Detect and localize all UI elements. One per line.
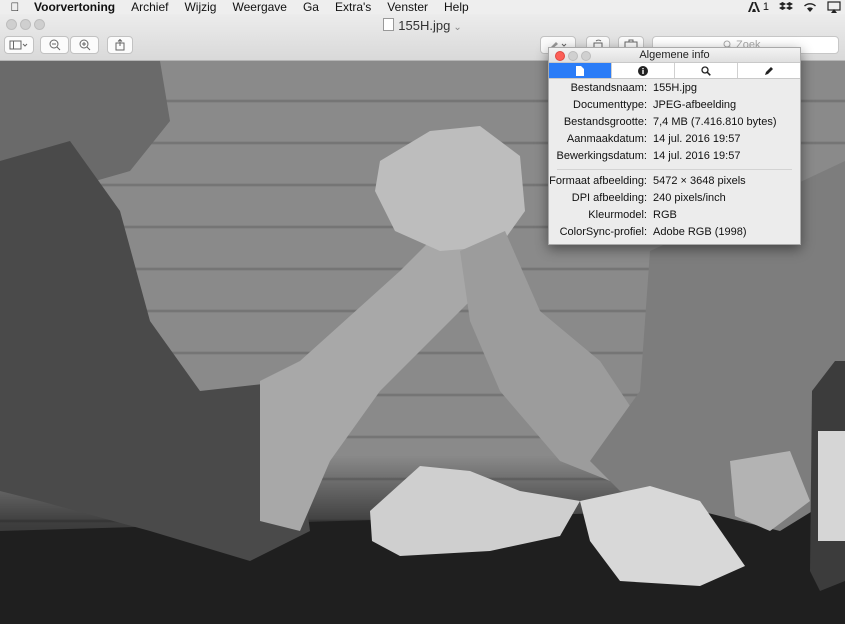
info-label: ColorSync-profiel:	[559, 226, 647, 238]
menu-bar:  Voorvertoning Archief Wijzig Weergave …	[0, 0, 845, 14]
info-value: RGB	[653, 209, 677, 221]
info-label: Aanmaakdatum:	[566, 133, 647, 145]
document-icon	[576, 65, 584, 76]
info-row: Kleurmodel: RGB	[549, 207, 800, 224]
inspector-tabs	[549, 62, 800, 79]
info-row: Formaat afbeelding: 5472 × 3648 pixels	[549, 173, 800, 190]
adobe-count: 1	[762, 1, 769, 13]
tab-annotations[interactable]	[738, 63, 800, 78]
info-value: 14 jul. 2016 19:57	[653, 150, 741, 162]
inspector-minimize-button	[568, 51, 578, 61]
window-title[interactable]: 155H.jpg ⌄	[0, 18, 845, 33]
info-row: Aanmaakdatum: 14 jul. 2016 19:57	[549, 131, 800, 148]
info-value: 5472 × 3648 pixels	[653, 175, 746, 187]
info-label: Documenttype:	[573, 99, 647, 111]
menu-ga[interactable]: Ga	[295, 0, 327, 14]
menu-help[interactable]: Help	[436, 0, 477, 14]
sidebar-view-button[interactable]	[4, 36, 34, 54]
info-label: Bestandsgrootte:	[563, 116, 647, 128]
zoom-in-button[interactable]	[70, 36, 99, 54]
menu-extras[interactable]: Extra's	[327, 0, 379, 14]
info-value: 7,4 MB (7.416.810 bytes)	[653, 116, 777, 128]
info-label: Bestandsnaam:	[570, 82, 647, 94]
tab-keywords[interactable]	[675, 63, 738, 78]
zoom-in-icon	[79, 39, 90, 51]
info-row: Bewerkingsdatum: 14 jul. 2016 19:57	[549, 148, 800, 165]
info-value: 240 pixels/inch	[653, 192, 726, 204]
menu-archief[interactable]: Archief	[123, 0, 176, 14]
info-value: 14 jul. 2016 19:57	[653, 133, 741, 145]
pencil-icon	[765, 66, 773, 75]
info-value: Adobe RGB (1998)	[653, 226, 747, 238]
sidebar-icon	[9, 40, 28, 50]
menu-wijzig[interactable]: Wijzig	[176, 0, 224, 14]
zoom-out-icon	[49, 39, 60, 51]
share-button[interactable]	[107, 36, 133, 54]
menu-venster[interactable]: Venster	[379, 0, 436, 14]
info-divider	[557, 169, 792, 170]
adobe-icon[interactable]: 1	[747, 1, 769, 13]
info-label: Bewerkingsdatum:	[556, 150, 648, 162]
menu-weergave[interactable]: Weergave	[224, 0, 294, 14]
info-row: ColorSync-profiel: Adobe RGB (1998)	[549, 224, 800, 241]
tab-general-info[interactable]	[549, 63, 612, 78]
magnifier-icon	[701, 65, 711, 76]
tab-more-info[interactable]	[612, 63, 675, 78]
inspector-title-bar[interactable]: Algemene info	[549, 48, 800, 62]
window-title-text: 155H.jpg	[398, 18, 451, 33]
airplay-icon[interactable]	[827, 1, 841, 13]
inspector-close-button[interactable]	[555, 51, 565, 61]
inspector-title: Algemene info	[639, 49, 710, 61]
info-inspector-panel[interactable]: Algemene info Bestandsnaam: 155H.jpg Doc…	[548, 47, 801, 245]
info-label: Formaat afbeelding:	[549, 175, 647, 187]
info-value: JPEG-afbeelding	[653, 99, 737, 111]
info-label: Kleurmodel:	[588, 209, 647, 221]
info-value: 155H.jpg	[653, 82, 698, 94]
bottle-label	[818, 431, 845, 541]
info-row: Documenttype: JPEG-afbeelding	[549, 97, 800, 114]
inspector-zoom-button	[581, 51, 591, 61]
info-row: Bestandsgrootte: 7,4 MB (7.416.810 bytes…	[549, 114, 800, 131]
document-icon	[383, 18, 395, 31]
info-row: DPI afbeelding: 240 pixels/inch	[549, 190, 800, 207]
apple-menu-icon[interactable]: 	[4, 0, 26, 14]
chevron-down-icon: ⌄	[453, 22, 462, 33]
info-row: Bestandsnaam: 155H.jpg	[549, 80, 800, 97]
wifi-icon[interactable]	[803, 1, 817, 13]
menu-extras-right: 1	[747, 0, 841, 14]
info-icon	[638, 65, 648, 76]
menu-app-name[interactable]: Voorvertoning	[26, 0, 123, 14]
zoom-out-button[interactable]	[40, 36, 69, 54]
info-label: DPI afbeelding:	[571, 192, 647, 204]
dropbox-icon[interactable]	[779, 1, 793, 13]
share-icon	[115, 39, 125, 51]
